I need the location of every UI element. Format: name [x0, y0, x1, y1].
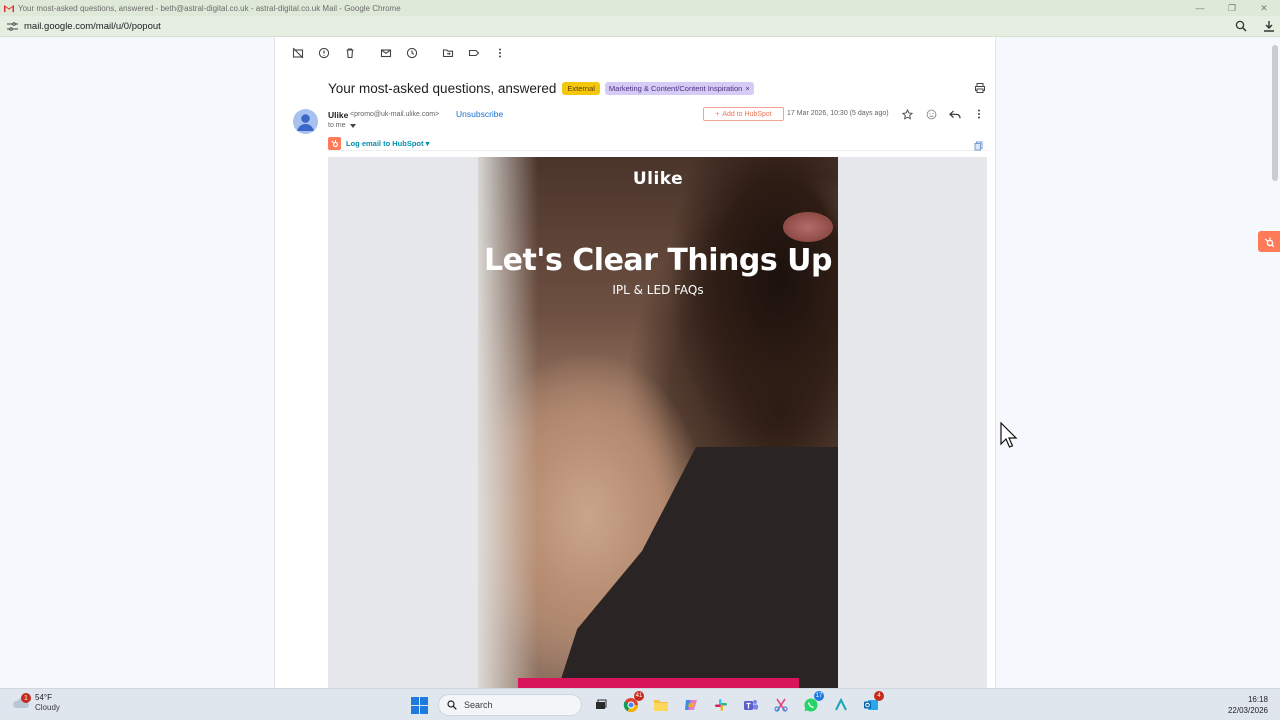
address-bar: mail.google.com/mail/u/0/popout	[0, 16, 1280, 37]
mark-unread-icon[interactable]	[373, 40, 399, 66]
weather-widget[interactable]: 1 54°F Cloudy	[12, 693, 60, 713]
cloud-icon: 1	[12, 693, 31, 710]
email-date: 17 Mar 2026, 10:30 (5 days ago)	[787, 110, 889, 117]
avatar[interactable]	[293, 109, 318, 134]
remove-label-icon[interactable]: ×	[745, 84, 749, 93]
chevron-down-icon	[349, 123, 356, 128]
archive-off-icon[interactable]	[285, 40, 311, 66]
task-view-icon[interactable]	[590, 694, 612, 716]
unsubscribe-link[interactable]: Unsubscribe	[456, 109, 503, 119]
add-to-hubspot-button[interactable]: + Add to HubSpot	[703, 107, 784, 121]
copy-icon[interactable]	[974, 138, 983, 156]
outlook-badge: 4	[874, 691, 884, 701]
hero-image[interactable]: Ulike Let's Clear Things Up IPL & LED FA…	[478, 157, 838, 688]
more-vert-icon[interactable]	[487, 40, 513, 66]
snooze-icon[interactable]	[399, 40, 425, 66]
whatsapp-badge: 17	[814, 691, 824, 701]
cta-button[interactable]	[518, 678, 799, 688]
search-label: Search	[464, 700, 493, 710]
start-icon[interactable]	[408, 694, 430, 716]
hubspot-log-bar: Log email to HubSpot ▾	[328, 136, 987, 151]
taskbar: 1 54°F Cloudy Search 41 17 4 16:18 22/03…	[0, 688, 1280, 720]
site-info-icon[interactable]	[6, 20, 18, 32]
file-explorer-icon[interactable]	[650, 694, 672, 716]
window-controls: — ❐ ✕	[1184, 0, 1280, 16]
copilot-icon[interactable]	[680, 694, 702, 716]
label-icon[interactable]	[461, 40, 487, 66]
email-subject: Your most-asked questions, answered	[328, 80, 557, 96]
sender-name[interactable]: Ulike	[328, 110, 348, 120]
window-titlebar: Your most-asked questions, answered - be…	[0, 0, 1280, 16]
recipient-text: to me	[328, 122, 346, 129]
restore-icon[interactable]: ❐	[1216, 0, 1248, 16]
hero-headline: Let's Clear Things Up	[484, 243, 833, 278]
chrome-icon[interactable]: 41	[620, 691, 644, 716]
recipient-toggle[interactable]: to me	[328, 122, 356, 129]
close-icon[interactable]: ✕	[1248, 0, 1280, 16]
clock-time: 16:18	[1247, 695, 1268, 704]
report-spam-icon[interactable]	[311, 40, 337, 66]
log-email-to-hubspot[interactable]: Log email to HubSpot ▾	[346, 139, 429, 148]
taskbar-search[interactable]: Search	[438, 694, 582, 716]
emoji-icon[interactable]	[923, 106, 939, 122]
gmail-icon	[4, 4, 14, 12]
weather-condition: Cloudy	[35, 703, 60, 712]
label-external[interactable]: External	[562, 81, 600, 95]
window-title: Your most-asked questions, answered - be…	[18, 3, 401, 13]
subject-row: Your most-asked questions, answered Exte…	[328, 79, 754, 97]
temperature: 54°F	[35, 693, 52, 702]
move-to-icon[interactable]	[435, 40, 461, 66]
system-clock[interactable]: 16:18 22/03/2026	[1228, 694, 1268, 716]
scrollbar[interactable]	[1270, 37, 1280, 688]
delete-icon[interactable]	[337, 40, 363, 66]
arc-browser-icon[interactable]	[830, 694, 852, 716]
chrome-badge: 41	[634, 691, 644, 701]
zoom-icon[interactable]	[1234, 18, 1248, 34]
print-icon[interactable]	[974, 81, 986, 99]
mouse-cursor-icon	[1000, 422, 1018, 448]
sender-email: <promo@uk-mail.ulike.com>	[350, 111, 440, 118]
search-icon	[447, 700, 457, 710]
outlook-icon[interactable]: 4	[860, 691, 884, 716]
label-marketing-text: Marketing & Content/Content Inspiration	[608, 83, 743, 93]
plus-icon: +	[715, 110, 720, 118]
scrollbar-thumb[interactable]	[1272, 45, 1278, 181]
sender-row: Ulike <promo@uk-mail.ulike.com> Unsubscr…	[293, 107, 993, 137]
mail-toolbar	[275, 37, 995, 69]
mail-panel: Your most-asked questions, answered Exte…	[274, 37, 996, 688]
snipping-tool-icon[interactable]	[770, 694, 792, 716]
add-to-hubspot-label: Add to HubSpot	[722, 110, 772, 118]
clock-date: 22/03/2026	[1227, 706, 1268, 715]
minimize-icon[interactable]: —	[1184, 0, 1216, 16]
page: Your most-asked questions, answered Exte…	[0, 37, 1280, 688]
hero-subheadline: IPL & LED FAQs	[612, 283, 704, 297]
slack-icon[interactable]	[710, 694, 732, 716]
label-marketing[interactable]: Marketing & Content/Content Inspiration …	[604, 81, 754, 95]
star-icon[interactable]	[899, 106, 915, 122]
hubspot-icon	[328, 136, 341, 150]
log-email-label: Log email to HubSpot	[346, 138, 424, 148]
weather-alert-badge: 1	[21, 693, 31, 703]
reply-icon[interactable]	[947, 106, 963, 122]
brand-logo: Ulike	[632, 169, 684, 189]
whatsapp-icon[interactable]: 17	[800, 691, 824, 716]
url-text[interactable]: mail.google.com/mail/u/0/popout	[24, 21, 161, 32]
more-options-icon[interactable]	[971, 106, 987, 122]
download-icon[interactable]	[1262, 18, 1276, 34]
teams-icon[interactable]	[740, 694, 762, 716]
email-body: Ulike Let's Clear Things Up IPL & LED FA…	[328, 157, 987, 688]
caret-down-icon: ▾	[425, 138, 430, 148]
